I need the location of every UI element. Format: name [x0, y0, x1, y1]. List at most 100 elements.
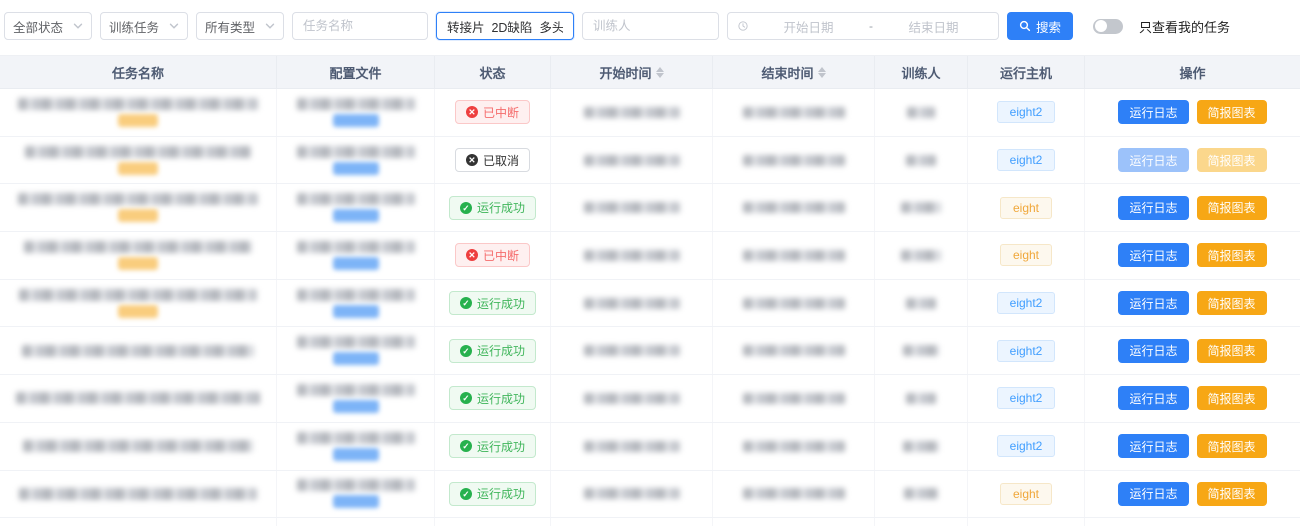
host-cell: eight2: [968, 280, 1085, 327]
start-time-cell: [551, 89, 713, 136]
trainer-redacted: [906, 298, 936, 309]
report-chart-button[interactable]: 简报图表: [1197, 291, 1267, 315]
actions-cell: 运行日志简报图表: [1085, 471, 1300, 518]
host-cell: [968, 518, 1085, 526]
column-header-4[interactable]: 开始时间: [551, 56, 713, 88]
table-row: ✓运行成功eight运行日志简报图表: [0, 184, 1300, 232]
task-name-input[interactable]: [303, 19, 417, 33]
start-time-cell: [551, 423, 713, 470]
status-badge: ✓运行成功: [449, 482, 536, 506]
status-badge: ✓运行成功: [449, 291, 536, 315]
search-button[interactable]: 搜索: [1007, 12, 1073, 40]
trainer-redacted: [901, 202, 941, 213]
trainer-cell: [875, 471, 968, 518]
status-filter-select[interactable]: 全部状态: [4, 12, 92, 40]
active-search-input-wrap: [436, 12, 574, 40]
column-header-label: 配置文件: [329, 63, 381, 82]
date-range-picker[interactable]: 开始日期 - 结束日期: [727, 12, 999, 40]
end-time-cell: [713, 471, 875, 518]
task-name-cell: [0, 137, 277, 184]
report-chart-button[interactable]: 简报图表: [1197, 482, 1267, 506]
status-cell: [435, 518, 551, 526]
run-log-button[interactable]: 运行日志: [1118, 291, 1188, 315]
start-time-cell: [551, 232, 713, 279]
task-name-redacted: [19, 289, 257, 301]
trainer-cell: [875, 375, 968, 422]
date-range-separator: -: [869, 19, 873, 33]
task-tag-redacted: [118, 305, 158, 318]
my-tasks-toggle-label: 只查看我的任务: [1139, 17, 1230, 36]
status-badge: ✓运行成功: [449, 386, 536, 410]
config-tag-redacted: [333, 448, 379, 461]
status-badge: ✓运行成功: [449, 434, 536, 458]
end-time-cell: [713, 518, 875, 526]
task-name-cell: [0, 184, 277, 231]
trainer-redacted: [903, 441, 939, 452]
column-header-5[interactable]: 结束时间: [713, 56, 875, 88]
end-time-redacted: [743, 393, 845, 404]
my-tasks-toggle[interactable]: [1093, 19, 1123, 34]
end-time-redacted: [743, 250, 845, 261]
end-time-redacted: [743, 107, 845, 118]
status-label: 运行成功: [477, 342, 525, 359]
run-log-button[interactable]: 运行日志: [1118, 386, 1188, 410]
report-chart-button[interactable]: 简报图表: [1197, 100, 1267, 124]
run-log-button[interactable]: 运行日志: [1118, 148, 1188, 172]
end-time-cell: [713, 184, 875, 231]
column-header-label: 任务名称: [112, 63, 164, 82]
chevron-down-icon: [265, 21, 275, 31]
actions-cell: [1085, 518, 1300, 526]
status-cell: ✓运行成功: [435, 423, 551, 470]
trainer-cell: [875, 518, 968, 526]
config-tag-redacted: [333, 162, 379, 175]
run-log-button[interactable]: 运行日志: [1118, 482, 1188, 506]
run-log-button[interactable]: 运行日志: [1118, 196, 1188, 220]
clock-icon: [738, 21, 748, 31]
status-filter-value: 全部状态: [13, 17, 63, 36]
end-time-cell: [713, 375, 875, 422]
report-chart-button[interactable]: 简报图表: [1197, 386, 1267, 410]
config-file-redacted: [297, 241, 415, 253]
run-log-button[interactable]: 运行日志: [1118, 339, 1188, 363]
trainer-redacted: [904, 488, 938, 499]
config-file-cell: [277, 375, 435, 422]
end-time-cell: [713, 423, 875, 470]
run-log-button[interactable]: 运行日志: [1118, 100, 1188, 124]
trainer-redacted: [906, 393, 936, 404]
trainer-input[interactable]: [593, 19, 708, 33]
toggle-knob: [1095, 20, 1107, 32]
task-name-redacted: [24, 241, 252, 253]
report-chart-button[interactable]: 简报图表: [1197, 243, 1267, 267]
sort-asc-icon[interactable]: [656, 67, 664, 72]
trainer-cell: [875, 327, 968, 374]
end-time-redacted: [743, 202, 845, 213]
end-time-cell: [713, 89, 875, 136]
status-label: 运行成功: [477, 485, 525, 502]
status-icon: ✓: [460, 297, 472, 309]
category-select[interactable]: 所有类型: [196, 12, 284, 40]
report-chart-button[interactable]: 简报图表: [1197, 196, 1267, 220]
active-search-input[interactable]: [447, 19, 563, 33]
sort-desc-icon[interactable]: [656, 73, 664, 78]
report-chart-button[interactable]: 简报图表: [1197, 434, 1267, 458]
run-log-button[interactable]: 运行日志: [1118, 434, 1188, 458]
task-type-value: 训练任务: [109, 17, 159, 36]
report-chart-button[interactable]: 简报图表: [1197, 148, 1267, 172]
config-file-cell: [277, 423, 435, 470]
actions-cell: 运行日志简报图表: [1085, 280, 1300, 327]
config-file-redacted: [297, 479, 415, 491]
sort-icons[interactable]: [656, 67, 664, 78]
trainer-cell: [875, 423, 968, 470]
sort-desc-icon[interactable]: [818, 73, 826, 78]
column-header-1: 任务名称: [0, 56, 277, 88]
sort-asc-icon[interactable]: [818, 67, 826, 72]
status-label: 已中断: [483, 104, 519, 121]
end-time-redacted: [743, 155, 845, 166]
task-type-select[interactable]: 训练任务: [100, 12, 188, 40]
sort-icons[interactable]: [818, 67, 826, 78]
status-cell: ✓运行成功: [435, 327, 551, 374]
report-chart-button[interactable]: 简报图表: [1197, 339, 1267, 363]
run-log-button[interactable]: 运行日志: [1118, 243, 1188, 267]
trainer-cell: [875, 137, 968, 184]
column-header-8: 操作: [1085, 56, 1300, 88]
